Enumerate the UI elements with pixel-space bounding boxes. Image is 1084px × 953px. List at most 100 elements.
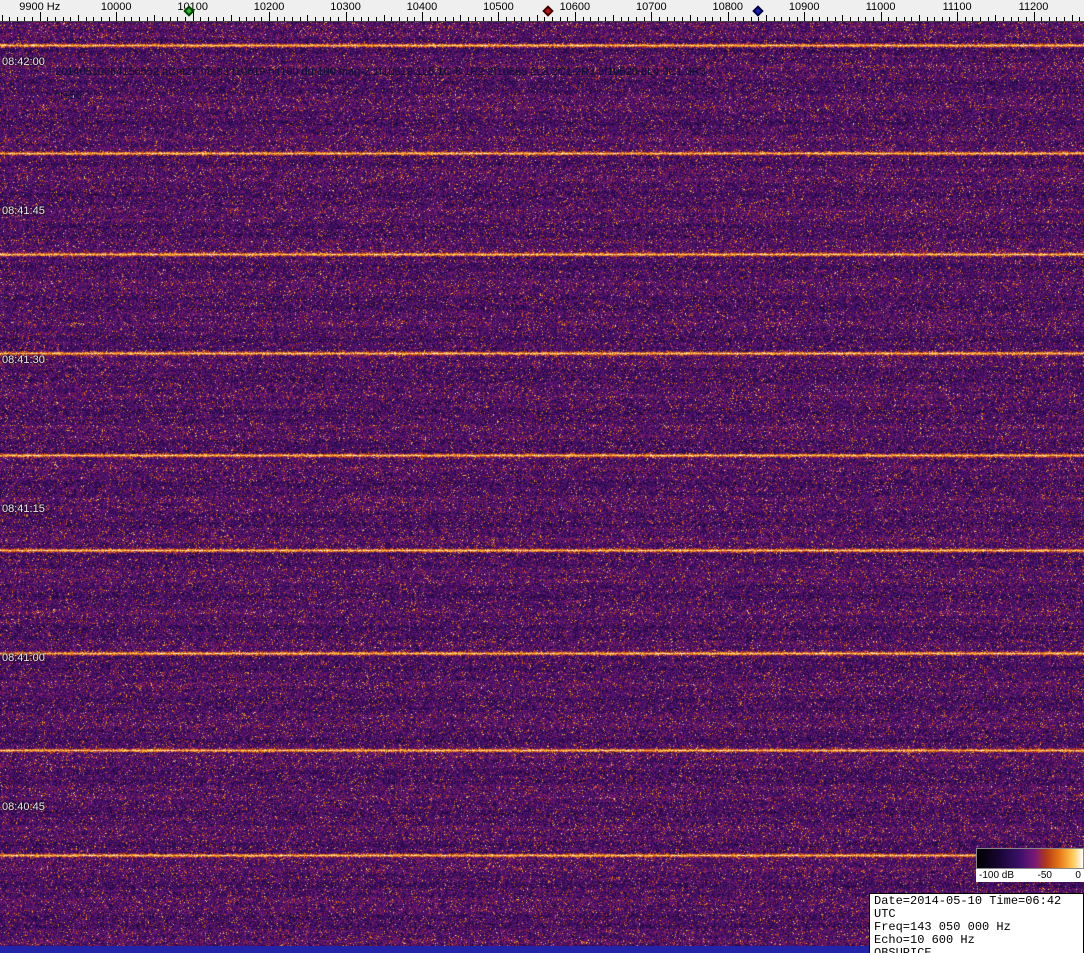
frequency-tick	[598, 17, 599, 21]
frequency-ruler[interactable]: 9900 Hz 10000 10100 10200 10300 10400 10500 106…	[0, 0, 1084, 22]
frequency-tick	[154, 15, 155, 21]
frequency-tick	[881, 12, 882, 21]
frequency-tick	[139, 17, 140, 21]
frequency-tick	[888, 17, 889, 21]
frequency-tick	[24, 17, 25, 21]
frequency-tick	[315, 17, 316, 21]
frequency-tick	[720, 17, 721, 21]
frequency-tick	[40, 12, 41, 21]
frequency-tick	[774, 17, 775, 21]
frequency-tick	[407, 17, 408, 21]
frequency-tick	[934, 17, 935, 21]
frequency-tick	[965, 17, 966, 21]
frequency-tick	[858, 17, 859, 21]
legend-labels: -100 dB -50 0	[976, 869, 1084, 882]
frequency-tick	[927, 17, 928, 21]
frequency-tick	[644, 17, 645, 21]
frequency-tick	[254, 17, 255, 21]
frequency-tick	[300, 17, 301, 21]
frequency-tick	[659, 17, 660, 21]
frequency-tick	[766, 15, 767, 21]
frequency-tick-label: 10000	[101, 1, 132, 13]
frequency-tick	[1079, 17, 1080, 21]
frequency-tick	[399, 17, 400, 21]
frequency-tick	[109, 17, 110, 21]
frequency-tick	[200, 17, 201, 21]
frequency-tick-label: 11100	[943, 1, 972, 13]
frequency-tick	[1041, 17, 1042, 21]
frequency-tick	[682, 17, 683, 21]
frequency-tick	[613, 15, 614, 21]
frequency-tick	[185, 17, 186, 21]
frequency-tick	[147, 17, 148, 21]
spectrogram-canvas[interactable]	[0, 22, 1084, 946]
frequency-tick	[63, 17, 64, 21]
legend-label-mid: -50	[1038, 870, 1052, 881]
frequency-tick	[835, 17, 836, 21]
frequency-tick	[323, 17, 324, 21]
frequency-tick	[162, 17, 163, 21]
frequency-tick	[804, 12, 805, 21]
frequency-tick	[743, 17, 744, 21]
frequency-tick	[781, 17, 782, 21]
frequency-tick	[1056, 17, 1057, 21]
frequency-tick	[437, 17, 438, 21]
frequency-tick	[751, 17, 752, 21]
frequency-tick	[216, 17, 217, 21]
frequency-tick	[193, 12, 194, 21]
red-diamond-icon[interactable]	[542, 5, 553, 16]
frequency-tick	[116, 12, 117, 21]
spectrogram-area: 08:42:00 08:41:45 08:41:30 08:41:15 08:41:00…	[0, 22, 1084, 946]
frequency-tick	[55, 17, 56, 21]
frequency-tick	[819, 17, 820, 21]
frequency-tick	[1034, 12, 1035, 21]
frequency-tick	[690, 15, 691, 21]
frequency-tick	[1026, 17, 1027, 21]
frequency-tick	[590, 17, 591, 21]
frequency-tick-label: 9900 Hz	[19, 1, 60, 13]
frequency-tick	[414, 17, 415, 21]
frequency-tick	[697, 17, 698, 21]
frequency-tick	[605, 17, 606, 21]
frequency-tick	[277, 17, 278, 21]
frequency-tick	[636, 17, 637, 21]
frequency-tick	[842, 15, 843, 21]
frequency-tick	[621, 17, 622, 21]
frequency-tick	[980, 17, 981, 21]
frequency-tick	[422, 12, 423, 21]
frequency-tick	[32, 17, 33, 21]
frequency-tick	[544, 17, 545, 21]
blue-diamond-icon[interactable]	[753, 5, 764, 16]
frequency-tick	[712, 17, 713, 21]
frequency-tick	[919, 15, 920, 21]
frequency-tick	[988, 17, 989, 21]
frequency-tick	[560, 17, 561, 21]
frequency-tick	[972, 17, 973, 21]
frequency-tick	[506, 17, 507, 21]
frequency-tick-label: 10200	[254, 1, 285, 13]
frequency-tick	[338, 17, 339, 21]
frequency-tick	[368, 17, 369, 21]
frequency-tick	[361, 17, 362, 21]
frequency-tick	[583, 17, 584, 21]
frequency-tick-label: 10800	[712, 1, 743, 13]
frequency-tick	[995, 15, 996, 21]
frequency-tick	[430, 17, 431, 21]
frequency-tick	[1072, 15, 1073, 21]
frequency-tick	[1064, 17, 1065, 21]
frequency-tick	[1018, 17, 1019, 21]
frequency-tick	[575, 12, 576, 21]
frequency-tick	[239, 17, 240, 21]
frequency-tick	[460, 15, 461, 21]
frequency-tick	[850, 17, 851, 21]
trigger-annotation: ^t+56	[55, 90, 82, 102]
frequency-tick-label: 11200	[1019, 1, 1049, 13]
frequency-tick-label: 11000	[866, 1, 896, 13]
frequency-tick	[674, 17, 675, 21]
frequency-tick	[1011, 17, 1012, 21]
legend-gradient	[976, 848, 1084, 869]
frequency-tick	[70, 17, 71, 21]
frequency-tick	[529, 17, 530, 21]
frequency-tick	[17, 17, 18, 21]
frequency-tick	[797, 17, 798, 21]
